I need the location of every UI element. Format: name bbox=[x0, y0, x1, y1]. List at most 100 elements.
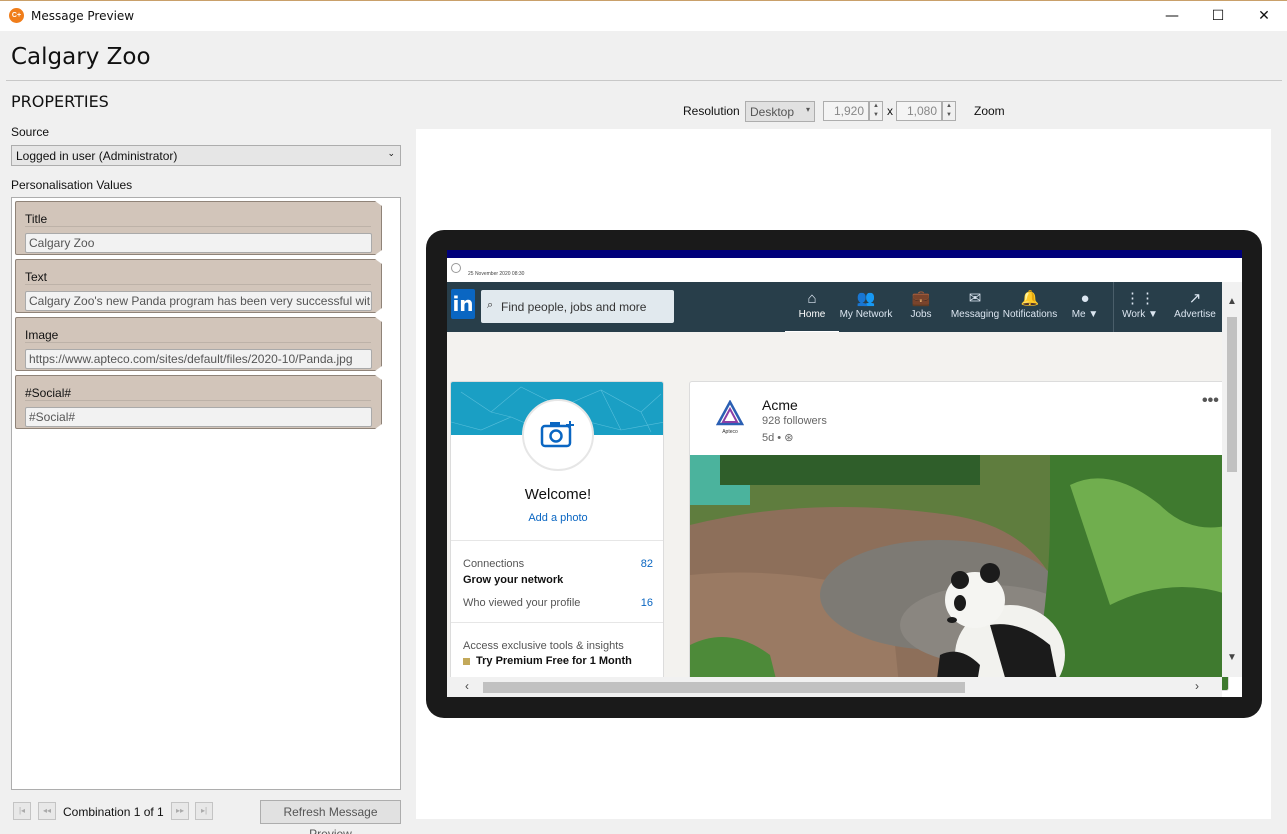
profile-card: Welcome! Add a photo Connections 82 Grow… bbox=[450, 381, 664, 681]
pv-text-input[interactable]: Calgary Zoo's new Panda program has been… bbox=[25, 291, 372, 311]
nav-jobs[interactable]: 💼 Jobs bbox=[891, 289, 951, 320]
app-icon: C+ bbox=[9, 8, 24, 23]
nav-advertise[interactable]: ↗ Advertise bbox=[1165, 289, 1225, 320]
first-combination-button[interactable]: |◂ bbox=[13, 802, 31, 820]
scroll-thumb[interactable] bbox=[483, 682, 965, 693]
resolution-x-label: x bbox=[887, 104, 893, 118]
title-bar: C+ Message Preview — ☐ ✕ bbox=[0, 0, 1287, 31]
add-photo-camera-icon[interactable] bbox=[522, 399, 594, 471]
device-screen: 25 November 2020 08:30 in ⌕ Find people,… bbox=[447, 250, 1242, 697]
pv-item-image: Image https://www.apteco.com/sites/defau… bbox=[15, 317, 382, 371]
nav-label: Me ▼ bbox=[1071, 309, 1099, 320]
exclusive-tools-text: Access exclusive tools & insights bbox=[463, 640, 624, 652]
resolution-label: Resolution bbox=[683, 104, 740, 118]
more-options-icon[interactable]: ••• bbox=[1202, 392, 1219, 410]
width-input[interactable]: 1,920 bbox=[823, 101, 869, 121]
divider bbox=[25, 226, 371, 227]
nav-label: Notifications bbox=[1002, 309, 1058, 320]
connections-count[interactable]: 82 bbox=[641, 558, 653, 570]
pv-image-input[interactable]: https://www.apteco.com/sites/default/fil… bbox=[25, 349, 372, 369]
acme-logo[interactable]: Apteco bbox=[714, 399, 746, 436]
nav-my-network[interactable]: 👥 My Network bbox=[836, 289, 896, 320]
briefcase-icon: 💼 bbox=[911, 290, 931, 307]
message-date: 25 November 2020 08:30 bbox=[468, 271, 525, 277]
close-button[interactable]: ✕ bbox=[1241, 1, 1287, 31]
last-combination-button[interactable]: ▸| bbox=[195, 802, 213, 820]
source-select[interactable]: Logged in user (Administrator) ⌄ bbox=[11, 145, 401, 166]
company-name[interactable]: Acme bbox=[762, 397, 798, 413]
scroll-left-icon[interactable]: ‹ bbox=[465, 679, 469, 693]
prev-combination-button[interactable]: ◂◂ bbox=[38, 802, 56, 820]
pv-item-label: Title bbox=[25, 212, 48, 226]
combination-counter: Combination 1 of 1 bbox=[63, 805, 164, 819]
source-value: Logged in user (Administrator) bbox=[16, 149, 178, 163]
vertical-scrollbar[interactable]: ▲ ▼ bbox=[1222, 282, 1242, 677]
refresh-preview-button[interactable]: Refresh Message Preview bbox=[260, 800, 401, 834]
personalisation-values-panel: Title Calgary Zoo Text Calgary Zoo's new… bbox=[11, 197, 401, 790]
post-age: 5d • bbox=[762, 432, 785, 444]
nav-me[interactable]: ● Me ▼ bbox=[1055, 289, 1115, 320]
scroll-thumb[interactable] bbox=[1227, 317, 1237, 472]
width-spinner[interactable]: ▲ ▼ bbox=[869, 101, 883, 121]
search-icon: ⌕ bbox=[487, 299, 494, 311]
pv-item-title: Title Calgary Zoo bbox=[15, 201, 382, 255]
card-divider bbox=[451, 622, 663, 623]
header-divider bbox=[6, 80, 1282, 81]
panda-photo bbox=[690, 455, 1228, 690]
panda-image bbox=[690, 455, 1228, 690]
next-combination-button[interactable]: ▸▸ bbox=[171, 802, 189, 820]
post-time: 5d • ⊛ bbox=[762, 431, 793, 444]
profile-views-count[interactable]: 16 bbox=[641, 597, 653, 609]
divider bbox=[25, 284, 371, 285]
pv-item-label: Image bbox=[25, 328, 59, 342]
properties-heading: PROPERTIES bbox=[11, 92, 109, 111]
connections-label[interactable]: Connections bbox=[463, 558, 524, 570]
nav-label: Home bbox=[798, 309, 826, 320]
height-spinner[interactable]: ▲ ▼ bbox=[942, 101, 956, 121]
welcome-text: Welcome! bbox=[524, 486, 592, 503]
apteco-logo-icon bbox=[715, 399, 745, 426]
nav-label: Jobs bbox=[910, 309, 932, 320]
pv-item-label: Text bbox=[25, 270, 48, 284]
grow-network-link[interactable]: Grow your network bbox=[463, 574, 563, 586]
zoom-label: Zoom bbox=[974, 104, 1005, 118]
page-title: Calgary Zoo bbox=[11, 44, 151, 70]
nav-work[interactable]: ⋮⋮ Work ▼ bbox=[1110, 289, 1170, 320]
height-input[interactable]: 1,080 bbox=[896, 101, 942, 121]
nav-label: Messaging bbox=[950, 309, 1000, 320]
top-bar bbox=[447, 250, 1242, 258]
card-divider bbox=[451, 540, 663, 541]
bell-icon: 🔔 bbox=[1020, 290, 1040, 307]
pv-social-input[interactable]: #Social# bbox=[25, 407, 372, 427]
divider bbox=[25, 342, 371, 343]
nav-messaging[interactable]: ✉ Messaging bbox=[945, 289, 1005, 320]
advertise-icon: ↗ bbox=[1188, 290, 1202, 307]
scroll-up-icon[interactable]: ▲ bbox=[1227, 296, 1237, 307]
logo-text: Apteco bbox=[722, 429, 738, 435]
pv-title-input[interactable]: Calgary Zoo bbox=[25, 233, 372, 253]
chevron-down-icon: ⌄ bbox=[387, 148, 395, 158]
add-photo-link[interactable]: Add a photo bbox=[451, 512, 663, 524]
user-icon bbox=[451, 263, 461, 273]
minimize-button[interactable]: — bbox=[1149, 1, 1195, 31]
globe-icon: ⊛ bbox=[784, 432, 794, 444]
nav-label: My Network bbox=[839, 309, 893, 320]
nav-home[interactable]: ⌂ Home bbox=[782, 289, 842, 333]
camera-icon bbox=[540, 421, 574, 448]
horizontal-scrollbar[interactable]: ‹ › bbox=[447, 677, 1222, 697]
profile-views-label[interactable]: Who viewed your profile bbox=[463, 597, 580, 609]
resolution-device-select[interactable]: Desktop ▾ bbox=[745, 101, 815, 122]
maximize-button[interactable]: ☐ bbox=[1195, 1, 1241, 31]
home-icon: ⌂ bbox=[807, 290, 817, 307]
linkedin-logo[interactable]: in bbox=[451, 289, 475, 319]
nav-label: Advertise bbox=[1174, 309, 1216, 320]
scroll-right-icon[interactable]: › bbox=[1195, 679, 1199, 693]
scroll-down-icon[interactable]: ▼ bbox=[1227, 652, 1237, 663]
linkedin-search-input[interactable]: ⌕ Find people, jobs and more bbox=[481, 290, 674, 323]
grid-icon: ⋮⋮ bbox=[1125, 290, 1155, 307]
premium-icon bbox=[463, 658, 470, 665]
try-premium-link[interactable]: Try Premium Free for 1 Month bbox=[476, 655, 632, 667]
messaging-icon: ✉ bbox=[968, 290, 982, 307]
nav-notifications[interactable]: 🔔 Notifications bbox=[1000, 289, 1060, 320]
search-placeholder: Find people, jobs and more bbox=[501, 300, 647, 314]
